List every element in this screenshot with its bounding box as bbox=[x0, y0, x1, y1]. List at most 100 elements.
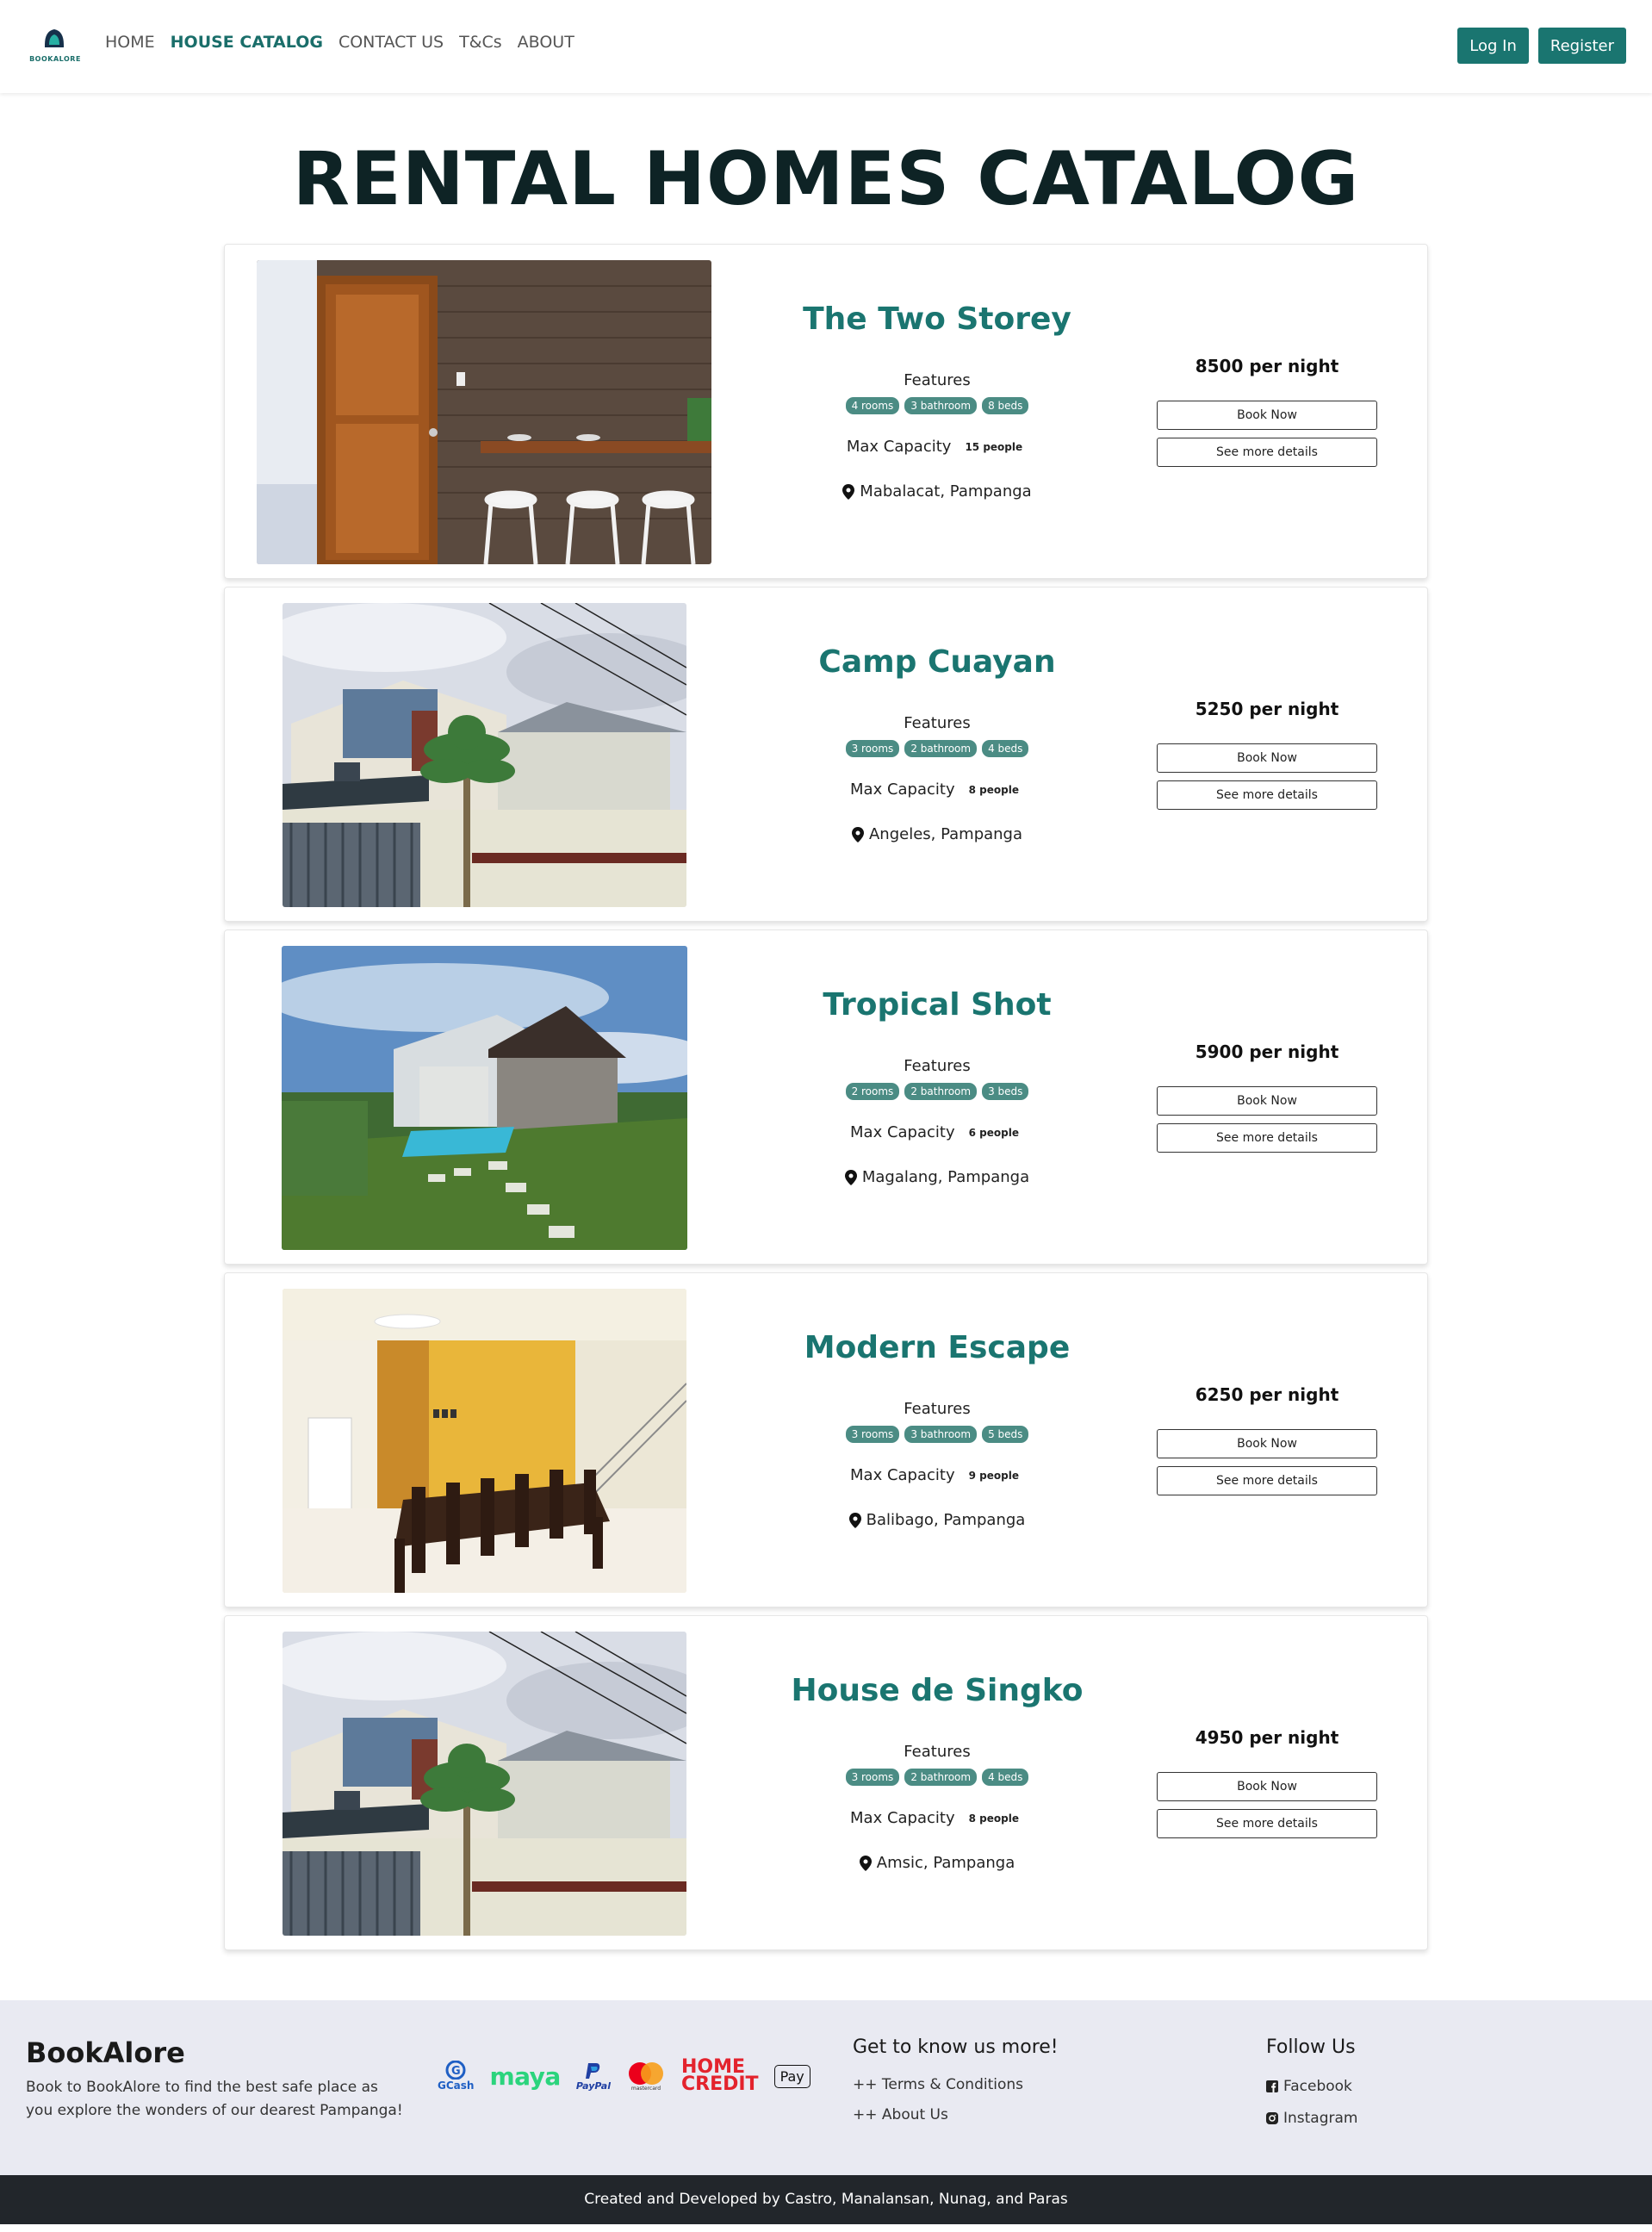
footer-brand: BookAlore bbox=[26, 2036, 185, 2069]
location-text: Balibago, Pampanga bbox=[866, 1511, 1026, 1529]
nav-about[interactable]: ABOUT bbox=[518, 33, 574, 52]
house-photo[interactable] bbox=[283, 1632, 686, 1936]
beds-badge: 5 beds bbox=[982, 1426, 1029, 1443]
house-name[interactable]: House de Singko bbox=[724, 1673, 1150, 1708]
apple-pay-logo: Pay bbox=[773, 2064, 810, 2088]
gcash-icon: G bbox=[445, 2061, 466, 2080]
rooms-badge: 4 rooms bbox=[845, 397, 900, 414]
location: Balibago, Pampanga bbox=[724, 1511, 1150, 1529]
see-details-button[interactable]: See more details bbox=[1157, 780, 1377, 810]
book-now-button[interactable]: Book Now bbox=[1157, 1429, 1377, 1458]
price: 5900 per night bbox=[1195, 1041, 1339, 1062]
capacity-value: 8 people bbox=[963, 1810, 1024, 1826]
house-exterior-photo bbox=[283, 603, 686, 907]
location-pin-icon bbox=[844, 1169, 857, 1185]
house-photo[interactable] bbox=[283, 603, 686, 907]
capacity-label: Max Capacity bbox=[850, 1466, 955, 1484]
about-link[interactable]: ++ About Us bbox=[853, 2106, 948, 2123]
rooms-badge: 2 rooms bbox=[845, 1083, 900, 1100]
facebook-link[interactable]: Facebook bbox=[1266, 2078, 1352, 2095]
house-card: The Two Storey Features 4 rooms 3 bathro… bbox=[224, 244, 1428, 579]
beds-badge: 8 beds bbox=[982, 397, 1029, 414]
house-photo[interactable] bbox=[282, 946, 687, 1250]
instagram-icon bbox=[1266, 2112, 1278, 2124]
see-details-button[interactable]: See more details bbox=[1157, 438, 1377, 467]
bathroom-badge: 2 bathroom bbox=[904, 740, 978, 757]
feature-badges: 3 rooms 2 bathroom 4 beds bbox=[724, 1769, 1150, 1786]
nav-house-catalog[interactable]: HOUSE CATALOG bbox=[171, 33, 323, 52]
price: 4950 per night bbox=[1195, 1727, 1339, 1748]
house-info: House de Singko Features 3 rooms 2 bathr… bbox=[724, 1616, 1150, 1951]
feature-badges: 3 rooms 2 bathroom 4 beds bbox=[724, 740, 1150, 757]
location-text: Mabalacat, Pampanga bbox=[860, 482, 1032, 500]
location-pin-icon bbox=[859, 1855, 872, 1871]
login-button[interactable]: Log In bbox=[1457, 28, 1529, 64]
house-photo[interactable] bbox=[283, 1289, 686, 1593]
paypal-logo: PayPal bbox=[576, 2061, 611, 2092]
nav-links: HOME HOUSE CATALOG CONTACT US T&Cs ABOUT bbox=[105, 33, 574, 52]
paypal-icon bbox=[585, 2062, 600, 2079]
nav-tcs[interactable]: T&Cs bbox=[459, 33, 502, 52]
location-text: Angeles, Pampanga bbox=[868, 825, 1023, 843]
maya-logo: maya bbox=[489, 2061, 561, 2091]
feature-badges: 4 rooms 3 bathroom 8 beds bbox=[724, 397, 1150, 414]
beds-badge: 4 beds bbox=[982, 740, 1029, 757]
location: Angeles, Pampanga bbox=[724, 825, 1150, 843]
house-info: The Two Storey Features 4 rooms 3 bathro… bbox=[724, 245, 1150, 580]
location-text: Magalang, Pampanga bbox=[861, 1168, 1030, 1186]
credits-bar: Created and Developed by Castro, Manalan… bbox=[0, 2175, 1652, 2224]
book-now-button[interactable]: Book Now bbox=[1157, 401, 1377, 430]
capacity-value: 9 people bbox=[963, 1467, 1024, 1483]
max-capacity: Max Capacity 8 people bbox=[724, 1809, 1150, 1827]
bathroom-badge: 3 bathroom bbox=[904, 397, 978, 414]
know-more-title: Get to know us more! bbox=[853, 2036, 1059, 2058]
svg-text:G: G bbox=[451, 2065, 461, 2078]
house-name[interactable]: Camp Cuayan bbox=[724, 644, 1150, 680]
beds-badge: 3 beds bbox=[982, 1083, 1029, 1100]
location-text: Amsic, Pampanga bbox=[876, 1854, 1015, 1872]
register-button[interactable]: Register bbox=[1537, 28, 1626, 64]
logo-text: BOOKALORE bbox=[29, 55, 81, 63]
location: Amsic, Pampanga bbox=[724, 1854, 1150, 1872]
capacity-value: 6 people bbox=[963, 1124, 1024, 1141]
house-name[interactable]: Tropical Shot bbox=[724, 987, 1150, 1023]
bathroom-badge: 3 bathroom bbox=[904, 1426, 978, 1443]
nav-contact-us[interactable]: CONTACT US bbox=[338, 33, 444, 52]
features-label: Features bbox=[904, 371, 971, 389]
book-now-button[interactable]: Book Now bbox=[1157, 1086, 1377, 1116]
price: 8500 per night bbox=[1195, 356, 1339, 376]
house-card: Camp Cuayan Features 3 rooms 2 bathroom … bbox=[224, 587, 1428, 922]
book-now-button[interactable]: Book Now bbox=[1157, 743, 1377, 773]
feature-badges: 2 rooms 2 bathroom 3 beds bbox=[724, 1083, 1150, 1100]
beds-badge: 4 beds bbox=[982, 1769, 1029, 1786]
capacity-label: Max Capacity bbox=[846, 438, 952, 456]
house-name[interactable]: Modern Escape bbox=[724, 1330, 1150, 1365]
instagram-link[interactable]: Instagram bbox=[1266, 2110, 1358, 2127]
house-card: House de Singko Features 3 rooms 2 bathr… bbox=[224, 1615, 1428, 1950]
interior-door-photo bbox=[257, 260, 711, 564]
house-info: Modern Escape Features 3 rooms 3 bathroo… bbox=[724, 1273, 1150, 1608]
rooms-badge: 3 rooms bbox=[845, 1769, 900, 1786]
location-pin-icon bbox=[842, 483, 855, 500]
see-details-button[interactable]: See more details bbox=[1157, 1466, 1377, 1495]
logo[interactable]: BOOKALORE bbox=[29, 26, 81, 65]
gcash-logo: G GCash bbox=[438, 2061, 474, 2092]
facebook-icon bbox=[1266, 2080, 1278, 2092]
house-pool-photo bbox=[282, 946, 687, 1250]
terms-link[interactable]: ++ Terms & Conditions bbox=[853, 2076, 1023, 2093]
location: Mabalacat, Pampanga bbox=[724, 482, 1150, 500]
max-capacity: Max Capacity 6 people bbox=[724, 1123, 1150, 1141]
see-details-button[interactable]: See more details bbox=[1157, 1809, 1377, 1838]
mastercard-logo: mastercard bbox=[626, 2061, 666, 2092]
location: Magalang, Pampanga bbox=[724, 1168, 1150, 1186]
house-name[interactable]: The Two Storey bbox=[724, 302, 1150, 337]
footer-description: Book to BookAlore to find the best safe … bbox=[26, 2079, 403, 2119]
house-exterior-photo bbox=[283, 1632, 686, 1936]
book-now-button[interactable]: Book Now bbox=[1157, 1772, 1377, 1801]
navbar: BOOKALORE HOME HOUSE CATALOG CONTACT US … bbox=[0, 0, 1652, 93]
house-info: Camp Cuayan Features 3 rooms 2 bathroom … bbox=[724, 588, 1150, 923]
max-capacity: Max Capacity 9 people bbox=[724, 1466, 1150, 1484]
nav-home[interactable]: HOME bbox=[105, 33, 155, 52]
house-photo[interactable] bbox=[257, 260, 711, 564]
see-details-button[interactable]: See more details bbox=[1157, 1123, 1377, 1153]
